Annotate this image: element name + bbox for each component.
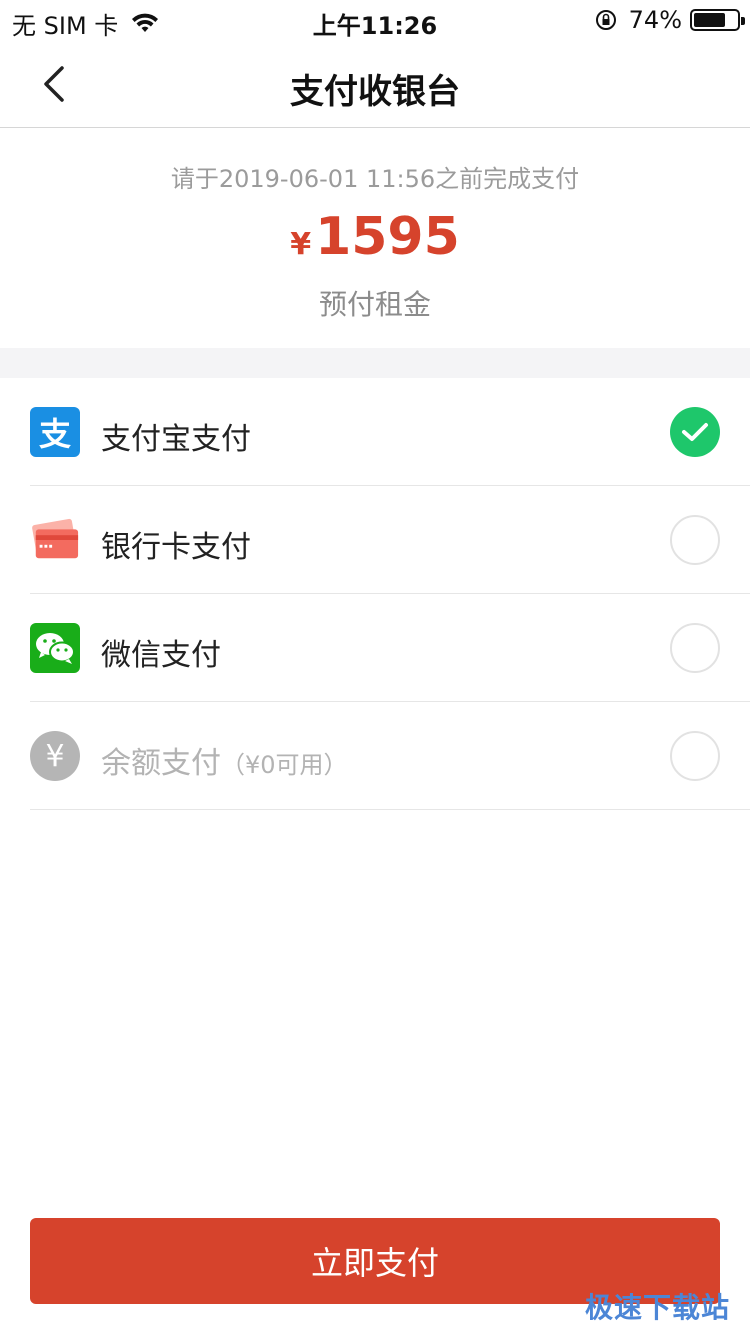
payment-option-name: 余额支付: [101, 746, 221, 781]
battery-cap: [741, 17, 745, 25]
status-bar-right: 74%: [595, 6, 745, 34]
alipay-icon: 支: [30, 407, 80, 457]
radio-unchecked[interactable]: [670, 515, 720, 565]
yuan-glyph: ¥: [45, 738, 65, 774]
payment-option-label: 支付宝支付: [101, 414, 251, 458]
rotation-lock-icon: [595, 10, 616, 30]
currency-symbol: ¥: [290, 227, 312, 262]
alipay-icon-glyph: 支: [38, 415, 71, 453]
payment-option-balance[interactable]: ¥ 余额支付（¥0可用）: [30, 702, 750, 810]
bank-card-icon: [30, 515, 80, 565]
wechat-icon: [30, 623, 80, 673]
payment-option-label: 微信支付: [101, 630, 221, 674]
payment-option-name: 支付宝支付: [101, 422, 251, 457]
pay-now-label: 立即支付: [310, 1244, 439, 1282]
payment-deadline: 请于2019-06-01 11:56之前完成支付: [170, 165, 580, 193]
battery-icon: [690, 9, 745, 31]
radio-checked[interactable]: [670, 407, 720, 457]
payment-option-name: 银行卡支付: [101, 530, 251, 565]
payment-option-wechat[interactable]: 微信支付: [30, 594, 750, 702]
radio-unchecked[interactable]: [670, 731, 720, 781]
order-summary: 请于2019-06-01 11:56之前完成支付 ¥ 1595 预付租金: [0, 129, 750, 348]
payment-option-alipay[interactable]: 支 支付宝支付: [30, 378, 750, 486]
radio-unchecked[interactable]: [670, 623, 720, 673]
payment-option-name: 微信支付: [101, 638, 221, 673]
navigation-bar: 支付收银台: [0, 40, 750, 128]
amount-label: 预付租金: [318, 288, 431, 321]
balance-icon: ¥: [30, 731, 80, 781]
payment-option-label: 余额支付（¥0可用）: [101, 738, 348, 782]
payment-option-bank-card[interactable]: 银行卡支付: [30, 486, 750, 594]
status-bar: 无 SIM 卡 上午11:26 74%: [0, 0, 750, 40]
battery-fill: [694, 13, 726, 27]
section-divider: [0, 348, 750, 378]
checkmark-icon: [682, 423, 708, 441]
watermark: 极速下载站: [584, 1291, 730, 1324]
available-balance: （¥0可用）: [221, 751, 348, 779]
battery-percent: 74%: [628, 6, 682, 34]
bank-card-graphic: [32, 518, 79, 559]
amount-value: 1595: [315, 207, 460, 267]
page-title: 支付收银台: [290, 72, 460, 112]
payment-option-label: 银行卡支付: [101, 522, 251, 566]
wechat-bubbles-icon: [36, 633, 75, 664]
payment-amount: ¥ 1595: [0, 207, 750, 267]
payment-method-list: 支 支付宝支付 银行卡支付 微信支付 ¥ 余额支付（¥0可用）: [0, 378, 750, 810]
